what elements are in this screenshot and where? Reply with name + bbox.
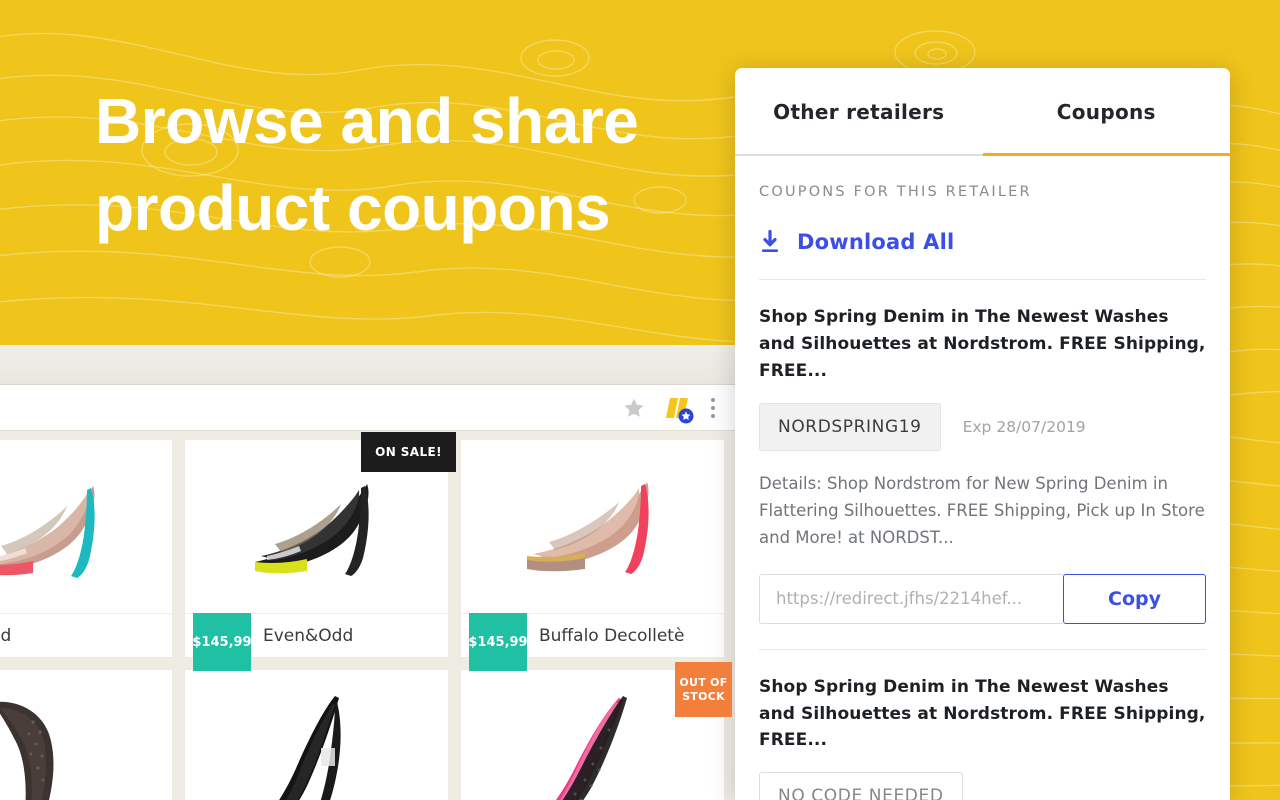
coupon-item: Shop Spring Denim in The Newest Washes a… xyxy=(759,650,1206,800)
product-card[interactable]: OUT OF STOCK xyxy=(460,662,732,800)
coupon-code-row: NO CODE NEEDED xyxy=(759,772,1206,800)
tab-underline xyxy=(735,154,983,156)
coupon-code-chip[interactable]: NO CODE NEEDED xyxy=(759,772,963,800)
retailer-page-content: Even&Odd ON SALE! $145,99 Even&Odd xyxy=(0,431,737,800)
tab-other-retailers[interactable]: Other retailers xyxy=(735,68,983,156)
product-image xyxy=(0,440,172,613)
panel-tab-bar: Other retailers Coupons xyxy=(735,68,1230,156)
coupon-link-input[interactable] xyxy=(759,573,1063,624)
address-bar[interactable] xyxy=(0,385,617,430)
tab-underline-active xyxy=(982,153,1230,156)
download-all-button[interactable]: Download All xyxy=(759,229,1206,254)
coupon-details: Details: Shop Nordstrom for New Spring D… xyxy=(759,473,1205,548)
extension-logo-icon[interactable] xyxy=(657,391,697,425)
product-image xyxy=(0,670,172,800)
product-row: OUT OF STOCK xyxy=(0,662,737,800)
product-name: Even&Odd xyxy=(0,613,172,657)
price-badge: $145,99 xyxy=(468,613,528,671)
coupon-code-row: NORDSPRING19 Exp 28/07/2019 xyxy=(759,402,1206,451)
coupon-code-chip[interactable]: NORDSPRING19 xyxy=(759,402,941,451)
browser-toolbar xyxy=(0,385,737,431)
coupon-item: Shop Spring Denim in The Newest Washes a… xyxy=(759,280,1206,624)
section-heading: COUPONS FOR THIS RETAILER xyxy=(759,184,1032,200)
tab-other-retailers-label: Other retailers xyxy=(773,100,945,124)
coupons-extension-panel: Other retailers Coupons COUPONS FOR THIS… xyxy=(735,68,1230,800)
product-card[interactable]: Even&Odd xyxy=(0,439,173,658)
coupon-title: Shop Spring Denim in The Newest Washes a… xyxy=(759,307,1206,381)
product-card[interactable]: ON SALE! $145,99 Even&Odd xyxy=(184,432,456,671)
product-card[interactable]: $145,99 Buffalo Decolletè xyxy=(460,439,725,671)
product-image xyxy=(461,440,724,613)
browser-tab-strip xyxy=(0,345,737,385)
coupon-link-row: Copy xyxy=(759,573,1206,624)
star-icon[interactable] xyxy=(617,391,651,425)
download-icon xyxy=(759,229,781,254)
tab-coupons-label: Coupons xyxy=(1056,100,1156,124)
hero-headline: Browse and share product coupons xyxy=(95,85,639,245)
copy-button[interactable]: Copy xyxy=(1063,573,1206,624)
download-all-label: Download All xyxy=(797,230,955,254)
coupon-expiry: Exp 28/07/2019 xyxy=(962,417,1086,436)
product-card[interactable] xyxy=(0,669,173,800)
tab-coupons[interactable]: Coupons xyxy=(982,68,1230,156)
browser-window: Even&Odd ON SALE! $145,99 Even&Odd xyxy=(0,345,737,800)
price-badge: $145,99 xyxy=(192,613,252,671)
sale-badge: ON SALE! xyxy=(361,432,456,472)
product-row: Even&Odd ON SALE! $145,99 Even&Odd xyxy=(0,432,737,671)
three-dot-menu-icon[interactable] xyxy=(701,391,725,425)
product-image xyxy=(185,670,448,800)
out-of-stock-badge: OUT OF STOCK xyxy=(675,662,732,717)
product-card[interactable] xyxy=(184,669,449,800)
panel-content: COUPONS FOR THIS RETAILER Download All S… xyxy=(735,156,1230,800)
coupon-title: Shop Spring Denim in The Newest Washes a… xyxy=(759,676,1206,751)
